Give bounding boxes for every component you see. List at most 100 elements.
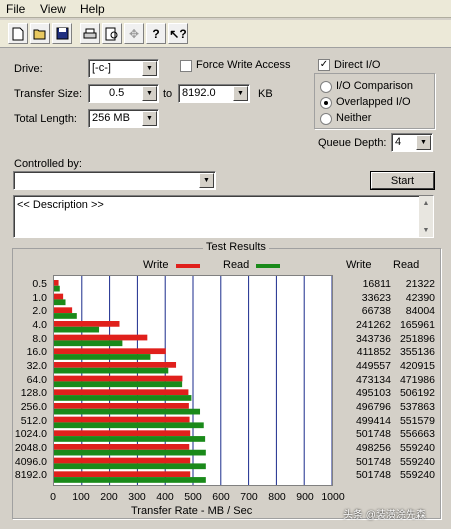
total-length-select[interactable]: 256 MB ▼ bbox=[88, 109, 159, 128]
read-bar bbox=[54, 313, 77, 319]
write-legend-swatch bbox=[176, 264, 200, 268]
write-value: 495103 bbox=[355, 387, 391, 400]
x-tick-label: 600 bbox=[212, 491, 230, 503]
write-value: 411852 bbox=[356, 346, 391, 359]
overlapped-io-radio[interactable] bbox=[320, 97, 332, 109]
save-icon[interactable] bbox=[52, 23, 72, 44]
force-write-label: Force Write Access bbox=[196, 59, 291, 71]
chevron-down-icon[interactable]: ▼ bbox=[419, 223, 433, 237]
io-comparison-radio[interactable] bbox=[320, 81, 332, 93]
print-icon[interactable] bbox=[80, 23, 100, 44]
block-size-label: 2048.0 bbox=[14, 442, 47, 454]
write-bar bbox=[54, 471, 191, 478]
read-value: 537863 bbox=[399, 401, 435, 413]
drive-select[interactable]: [-c-] ▼ bbox=[88, 59, 159, 78]
chevron-down-icon[interactable]: ▼ bbox=[142, 61, 157, 76]
read-bar bbox=[54, 340, 123, 347]
open-icon[interactable] bbox=[30, 23, 50, 44]
chevron-up-icon[interactable]: ▲ bbox=[419, 196, 433, 210]
read-bar bbox=[54, 436, 206, 442]
read-value: 559240 bbox=[399, 442, 435, 454]
write-value: 449557 bbox=[355, 360, 391, 372]
to-label: to bbox=[163, 88, 173, 100]
write-bar bbox=[54, 457, 191, 464]
read-value: 420915 bbox=[399, 360, 435, 372]
read-value: 559240 bbox=[399, 469, 435, 482]
write-bar bbox=[54, 334, 148, 341]
x-tick-label: 200 bbox=[100, 491, 118, 503]
menu-file[interactable]: File bbox=[6, 2, 25, 16]
write-bar bbox=[54, 389, 189, 396]
x-tick-label: 0 bbox=[50, 491, 56, 503]
menu-view[interactable]: View bbox=[40, 2, 66, 16]
read-bar bbox=[54, 422, 204, 429]
description-text: << Description >> bbox=[17, 199, 104, 211]
x-tick-label: 700 bbox=[240, 491, 258, 503]
write-bar bbox=[54, 307, 73, 314]
read-value: 551579 bbox=[399, 414, 435, 427]
start-button[interactable]: Start bbox=[371, 172, 434, 189]
x-tick-label: 400 bbox=[156, 491, 174, 503]
queue-depth-select[interactable]: 4 ▼ bbox=[391, 133, 433, 152]
write-bar bbox=[54, 375, 183, 382]
controlled-by-select[interactable]: ▼ bbox=[13, 171, 216, 190]
chevron-down-icon[interactable]: ▼ bbox=[416, 135, 431, 150]
write-value: 33623 bbox=[361, 291, 391, 304]
block-size-label: 4096.0 bbox=[14, 455, 47, 468]
transfer-min-select[interactable]: 0.5 ▼ bbox=[88, 84, 159, 103]
move-icon[interactable]: ✥ bbox=[124, 23, 144, 44]
write-value: 16811 bbox=[362, 278, 391, 290]
read-bar bbox=[54, 285, 60, 292]
read-column-header: Read bbox=[393, 259, 420, 271]
write-value: 496796 bbox=[355, 401, 391, 413]
write-bar bbox=[54, 293, 64, 300]
menu-bar: File View Help bbox=[0, 0, 451, 18]
context-help-icon[interactable]: ↖? bbox=[168, 23, 188, 44]
block-size-label: 1.0 bbox=[32, 291, 47, 304]
watermark: 头条 @装潢涂先森 bbox=[343, 510, 426, 521]
write-bar bbox=[54, 348, 166, 355]
menu-help[interactable]: Help bbox=[80, 2, 105, 16]
results-chart bbox=[53, 275, 333, 486]
description-textarea[interactable]: << Description >> ▲ ▼ bbox=[13, 195, 434, 238]
new-icon[interactable] bbox=[8, 23, 28, 44]
write-value: 498256 bbox=[355, 442, 391, 454]
write-bar bbox=[54, 362, 177, 368]
block-size-label: 8.0 bbox=[32, 332, 47, 345]
read-bar bbox=[54, 381, 183, 388]
controlled-by-label: Controlled by: bbox=[14, 158, 82, 170]
x-tick-label: 100 bbox=[72, 491, 90, 503]
read-bar bbox=[54, 477, 206, 483]
chevron-down-icon[interactable]: ▼ bbox=[142, 86, 157, 101]
write-value: 343736 bbox=[355, 332, 391, 345]
chevron-down-icon[interactable]: ▼ bbox=[142, 111, 157, 126]
test-results-group: Test Results Write Read Write Read 0.5 1.… bbox=[12, 241, 441, 519]
read-value: 506192 bbox=[399, 387, 435, 400]
read-bar bbox=[54, 299, 66, 306]
read-legend-swatch bbox=[256, 264, 280, 268]
block-size-label: 1024.0 bbox=[14, 428, 47, 441]
toolbar: ✥ ? ↖? bbox=[0, 20, 451, 48]
transfer-max-select[interactable]: 8192.0 ▼ bbox=[178, 84, 250, 103]
queue-depth-value: 4 bbox=[395, 136, 402, 148]
chevron-down-icon[interactable]: ▼ bbox=[199, 173, 214, 188]
read-bar bbox=[54, 326, 100, 333]
force-write-checkbox[interactable] bbox=[180, 60, 192, 72]
read-value: 42390 bbox=[405, 291, 435, 304]
neither-radio[interactable] bbox=[320, 113, 332, 125]
read-value: 471986 bbox=[399, 373, 435, 386]
x-tick-label: 800 bbox=[268, 491, 286, 503]
write-bar bbox=[54, 416, 190, 423]
chevron-down-icon[interactable]: ▼ bbox=[233, 86, 248, 101]
read-value: 556663 bbox=[399, 428, 435, 441]
x-tick-label: 300 bbox=[128, 491, 146, 503]
description-scrollbar[interactable]: ▲ ▼ bbox=[419, 196, 433, 237]
write-value: 499414 bbox=[355, 414, 391, 427]
read-value: 559240 bbox=[399, 455, 435, 468]
write-bar bbox=[54, 430, 191, 437]
read-bar bbox=[54, 449, 206, 456]
direct-io-checkbox[interactable]: ✓ bbox=[318, 59, 330, 71]
write-value: 501748 bbox=[355, 428, 391, 441]
print-preview-icon[interactable] bbox=[102, 23, 122, 44]
help-icon[interactable]: ? bbox=[146, 23, 166, 44]
